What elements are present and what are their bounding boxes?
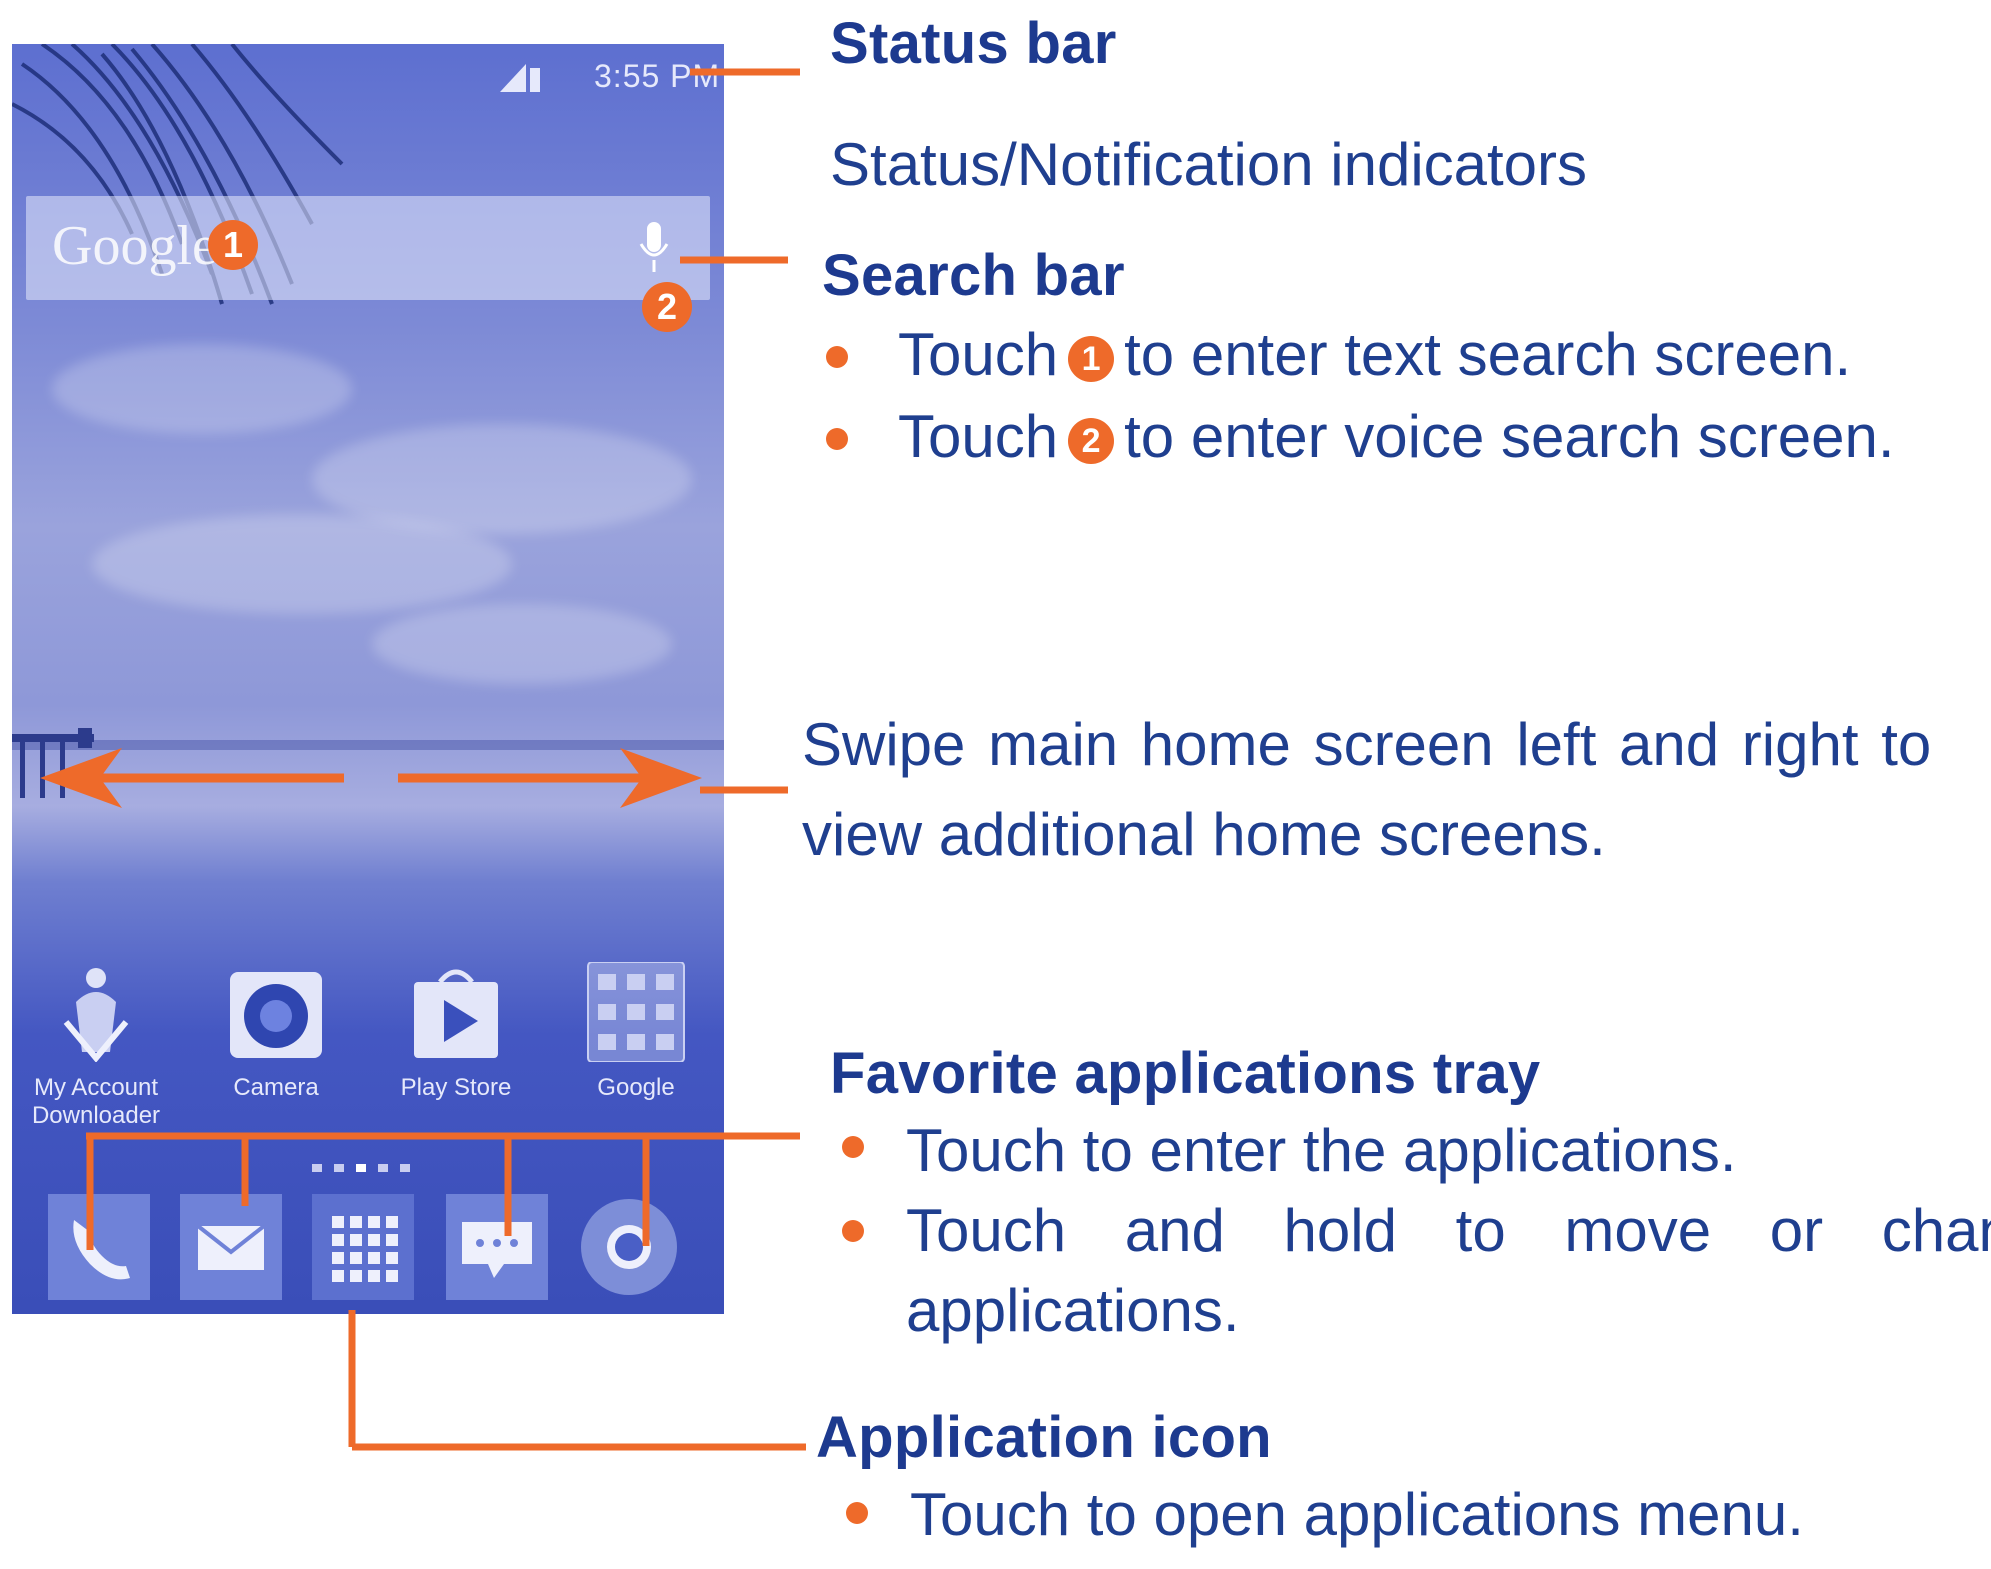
app-label: Camera (233, 1074, 319, 1101)
bullet-icon (846, 1502, 868, 1524)
microphone-icon[interactable] (638, 222, 670, 274)
bullet-icon (826, 428, 848, 450)
play-store-icon (414, 969, 498, 1058)
page-dot-active (356, 1164, 366, 1172)
camera-icon (230, 972, 322, 1058)
app-drawer-icon (312, 1194, 414, 1300)
google-folder-icon (587, 962, 685, 1062)
touch-word: Touch (898, 403, 1059, 470)
cloud (92, 514, 512, 614)
pier-silhouette (12, 728, 94, 798)
badge-1-inline: 1 (1068, 336, 1115, 383)
app-label: My Account Downloader (31, 1074, 161, 1129)
bullet-icon (826, 346, 848, 368)
status-bar-heading: Status bar (830, 11, 1117, 76)
status-bar-description: Status/Notification indicators (830, 131, 1588, 198)
cloud (52, 344, 352, 434)
status-time: 3:55 PM (594, 58, 721, 94)
dock-messaging[interactable] (446, 1194, 548, 1300)
badge-2: 2 (642, 282, 692, 332)
search-bullet-1: Touch 1 to enter text search screen. (898, 320, 1851, 389)
email-icon (180, 1194, 282, 1300)
favorites-bullet-2-line-2: applications. (906, 1277, 1240, 1344)
page-dot (378, 1164, 388, 1172)
badge-2-inline: 2 (1068, 418, 1115, 465)
application-icon-heading: Application icon (816, 1405, 1272, 1470)
search-bar-heading: Search bar (822, 243, 1125, 308)
app-label: Play Store (400, 1074, 512, 1101)
bullet-icon (842, 1220, 864, 1242)
touch-word: Touch (898, 321, 1059, 388)
application-icon-bullet: Touch to open applications menu. (910, 1481, 1804, 1548)
favorites-heading: Favorite applications tray (830, 1041, 1541, 1106)
horizon (12, 740, 724, 750)
messaging-icon (446, 1194, 548, 1300)
phone-home-screen: 3:55 PM Google 1 2 My Account Downloader… (12, 44, 724, 1314)
page-dot (400, 1164, 410, 1172)
bullet-icon (842, 1136, 864, 1158)
page-dot (334, 1164, 344, 1172)
dock-chrome[interactable] (578, 1194, 680, 1300)
favorites-bullet-1: Touch to enter the applications. (906, 1117, 1737, 1184)
dock-app-drawer[interactable] (312, 1194, 414, 1300)
search-bullet-2-text: to enter voice search screen. (1124, 403, 1895, 470)
app-label: Google (597, 1074, 675, 1101)
google-logo[interactable]: Google (52, 214, 217, 278)
dock-phone[interactable] (48, 1194, 150, 1300)
phone-icon (48, 1194, 150, 1300)
swipe-line-2: view additional home screens. (802, 801, 1606, 868)
page-dot (312, 1164, 322, 1172)
badge-1: 1 (208, 220, 258, 270)
google-search-bar[interactable]: Google (26, 196, 710, 300)
status-bar: 3:55 PM (12, 44, 724, 104)
chrome-icon (581, 1199, 677, 1295)
search-bullet-1-text: to enter text search screen. (1124, 321, 1852, 388)
account-downloader-icon (63, 968, 129, 1062)
dock-email[interactable] (180, 1194, 282, 1300)
cloud (372, 604, 672, 684)
search-bullet-2: Touch 2 to enter voice search screen. (898, 402, 1895, 471)
swipe-line-1: Swipe main home screen left and right to (802, 711, 1932, 778)
signal-battery-icon (500, 64, 540, 92)
favorites-bullet-2-line-1: Touch and hold to move or change (906, 1197, 1991, 1264)
